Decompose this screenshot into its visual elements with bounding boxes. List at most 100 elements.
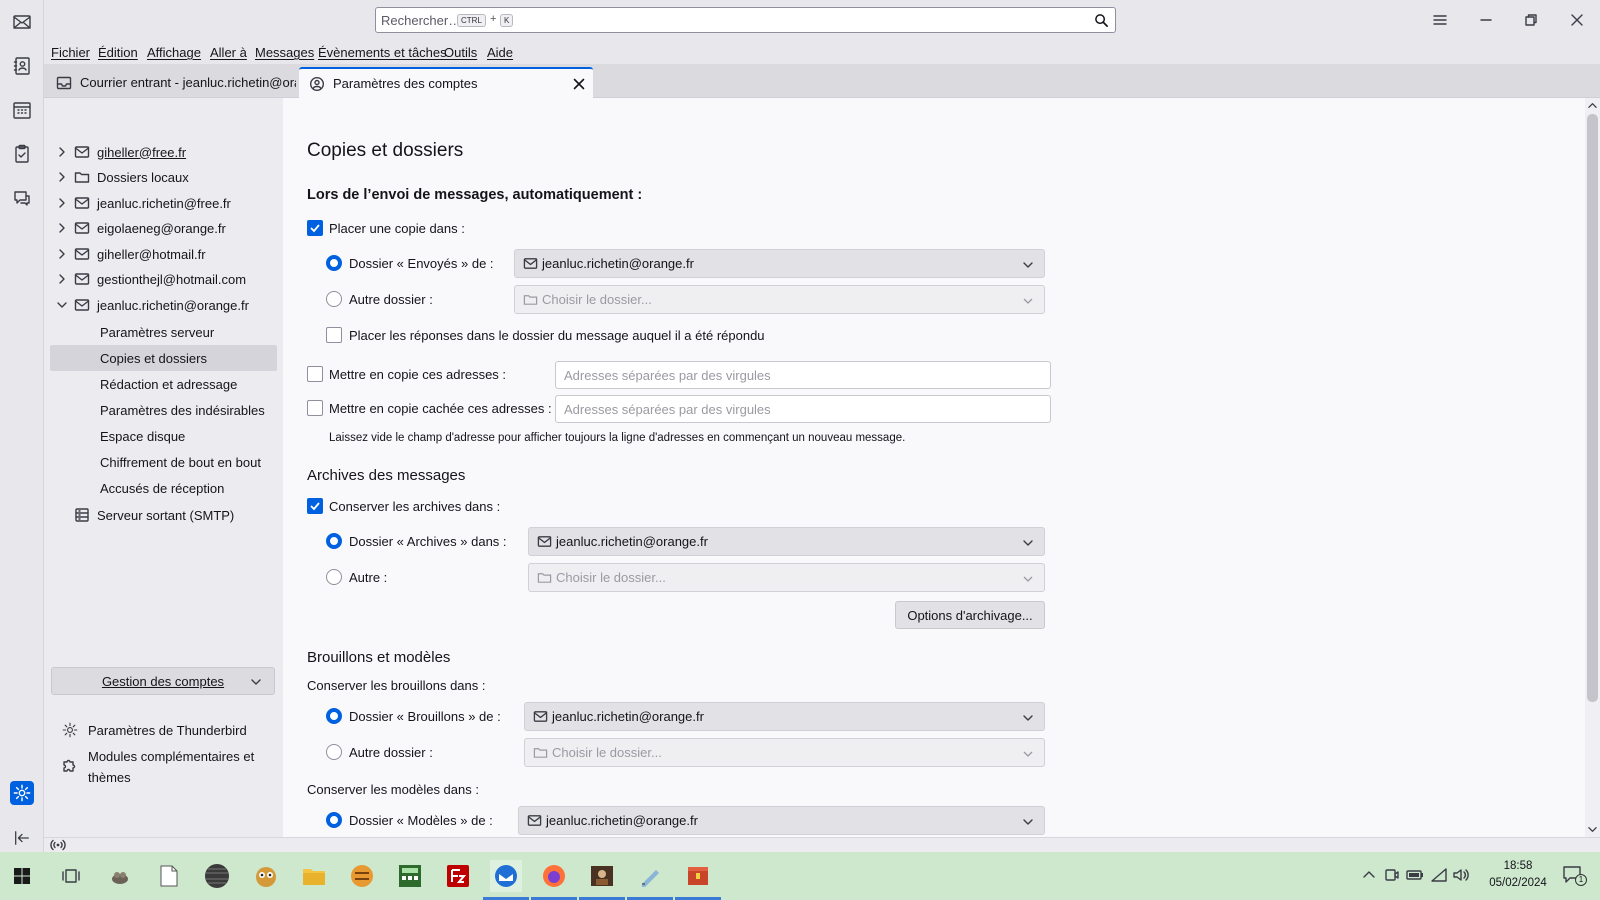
bcc-checkbox[interactable] [307,400,323,416]
gimp-app-icon[interactable] [104,860,136,892]
settings-gear-icon[interactable] [10,781,34,805]
menu-affichage[interactable]: Affichage [147,45,201,60]
bcc-address-input[interactable]: Adresses séparées par des virgules [555,395,1051,423]
app-menu-icon[interactable] [1428,8,1452,32]
cc-checkbox[interactable] [307,366,323,382]
tab-inbox[interactable]: Courrier entrant - jeanluc.richetin@oran… [50,67,296,98]
other-folder-select[interactable]: Choisir le dossier... [514,285,1045,314]
account-giheller-hotmail[interactable]: giheller@hotmail.fr [50,242,206,266]
drafts-folder-label: Dossier « Brouillons » de : [349,709,501,724]
account-eigolaeneg-orange[interactable]: eigolaeneg@orange.fr [50,216,226,240]
sidebar-item-copies-folders[interactable]: Copies et dossiers [50,345,277,371]
filezilla-app-icon[interactable] [442,860,474,892]
close-tab-icon[interactable] [573,78,585,90]
clock[interactable]: 18:58 05/02/2024 [1478,858,1558,892]
place-copy-checkbox[interactable] [307,220,323,236]
archives-other-select[interactable]: Choisir le dossier... [528,563,1045,592]
windows-start-icon[interactable] [6,860,38,892]
restore-icon[interactable] [1519,8,1543,32]
archive-options-button[interactable]: Options d'archivage... [895,601,1045,629]
notepad-app-icon[interactable] [153,860,185,892]
drafts-other-radio[interactable] [326,744,342,760]
search-icon[interactable] [1094,13,1109,28]
close-window-icon[interactable] [1565,8,1589,32]
menu-evenements-taches[interactable]: Évènements et tâches [318,45,447,60]
vertical-scrollbar[interactable] [1585,98,1600,837]
menu-outils[interactable]: Outils [444,45,477,60]
wifi-icon[interactable] [1430,866,1448,884]
menu-fichier[interactable]: Fichier [51,45,90,60]
search-input[interactable]: Rechercher… CTRL + K [375,7,1116,33]
chevron-right-icon[interactable] [55,196,69,210]
keep-archives-checkbox[interactable] [307,498,323,514]
account-giheller-free[interactable]: giheller@free.fr [50,140,186,164]
task-view-icon[interactable] [55,860,87,892]
scroll-down-icon[interactable] [1588,825,1597,834]
account-label: giheller@hotmail.fr [97,246,206,262]
sent-folder-select[interactable]: jeanluc.richetin@orange.fr [514,249,1045,278]
drafts-other-select[interactable]: Choisir le dossier... [524,738,1045,767]
thunderbird-settings-link[interactable]: Paramètres de Thunderbird [62,718,247,742]
drafts-folder-radio[interactable] [326,708,342,724]
owl-app-icon[interactable] [250,860,282,892]
game-app-icon[interactable] [346,860,378,892]
sidebar-item-disk-space[interactable]: Espace disque [50,423,277,449]
online-status-icon[interactable] [50,839,66,851]
sidebar-item-composition[interactable]: Rédaction et adressage [50,371,277,397]
image-viewer-app-icon[interactable] [579,860,625,900]
account-actions-button[interactable]: Gestion des comptes [51,667,275,695]
chevron-right-icon[interactable] [55,221,69,235]
thunderbird-app-icon[interactable] [483,860,529,900]
menu-edition[interactable]: Édition [98,45,138,60]
tab-account-settings[interactable]: Paramètres des comptes [299,67,593,98]
tray-overflow-icon[interactable] [1362,868,1376,882]
chevron-right-icon[interactable] [55,170,69,184]
scrollbar-thumb[interactable] [1587,114,1598,702]
sidebar-item-junk-settings[interactable]: Paramètres des indésirables [50,397,277,423]
notifications-icon[interactable]: 1 [1562,864,1587,886]
archives-folder-select[interactable]: jeanluc.richetin@orange.fr [528,527,1045,556]
account-local-folders[interactable]: Dossiers locaux [50,165,189,189]
firefox-app-icon[interactable] [531,860,577,900]
address-book-icon[interactable] [10,54,34,78]
chevron-right-icon[interactable] [55,272,69,286]
drafts-folder-select[interactable]: jeanluc.richetin@orange.fr [524,702,1045,731]
scroll-up-icon[interactable] [1588,101,1597,110]
chat-icon[interactable] [10,186,34,210]
replies-folder-checkbox[interactable] [326,327,342,343]
collapse-spaces-icon[interactable] [10,826,34,850]
sent-folder-radio[interactable] [326,255,342,271]
calendar-icon[interactable] [10,98,34,122]
menu-messages[interactable]: Messages [255,45,314,60]
meet-now-icon[interactable] [1384,867,1400,883]
archives-other-radio[interactable] [326,569,342,585]
archives-folder-radio[interactable] [326,533,342,549]
sphere-app-icon[interactable] [201,860,233,892]
calculator-app-icon[interactable] [394,860,426,892]
account-gestionthejl-hotmail[interactable]: gestionthejl@hotmail.com [50,267,246,291]
editor-app-icon[interactable] [627,860,673,900]
battery-icon[interactable] [1406,867,1424,883]
chevron-down-icon[interactable] [55,298,69,312]
sidebar-item-e2e-encryption[interactable]: Chiffrement de bout en bout [50,449,277,475]
file-explorer-icon[interactable] [298,860,330,892]
menu-aide[interactable]: Aide [487,45,513,60]
account-jeanluc-free[interactable]: jeanluc.richetin@free.fr [50,191,231,215]
sidebar-item-smtp[interactable]: Serveur sortant (SMTP) [74,503,234,527]
tasks-icon[interactable] [10,142,34,166]
cc-address-input[interactable]: Adresses séparées par des virgules [555,361,1051,389]
volume-icon[interactable] [1452,866,1470,884]
chevron-right-icon[interactable] [55,247,69,261]
mail-icon[interactable] [10,10,34,34]
templates-folder-label: Dossier « Modèles » de : [349,813,493,828]
menu-aller-a[interactable]: Aller à [210,45,247,60]
account-jeanluc-orange[interactable]: jeanluc.richetin@orange.fr [50,293,249,317]
templates-folder-select[interactable]: jeanluc.richetin@orange.fr [518,806,1045,835]
sidebar-item-receipts[interactable]: Accusés de réception [50,475,277,501]
chevron-right-icon[interactable] [55,145,69,159]
archive-app-icon[interactable] [675,860,721,900]
minimize-icon[interactable] [1474,8,1498,32]
sidebar-item-server-settings[interactable]: Paramètres serveur [50,319,277,345]
templates-folder-radio[interactable] [326,812,342,828]
other-folder-radio[interactable] [326,291,342,307]
